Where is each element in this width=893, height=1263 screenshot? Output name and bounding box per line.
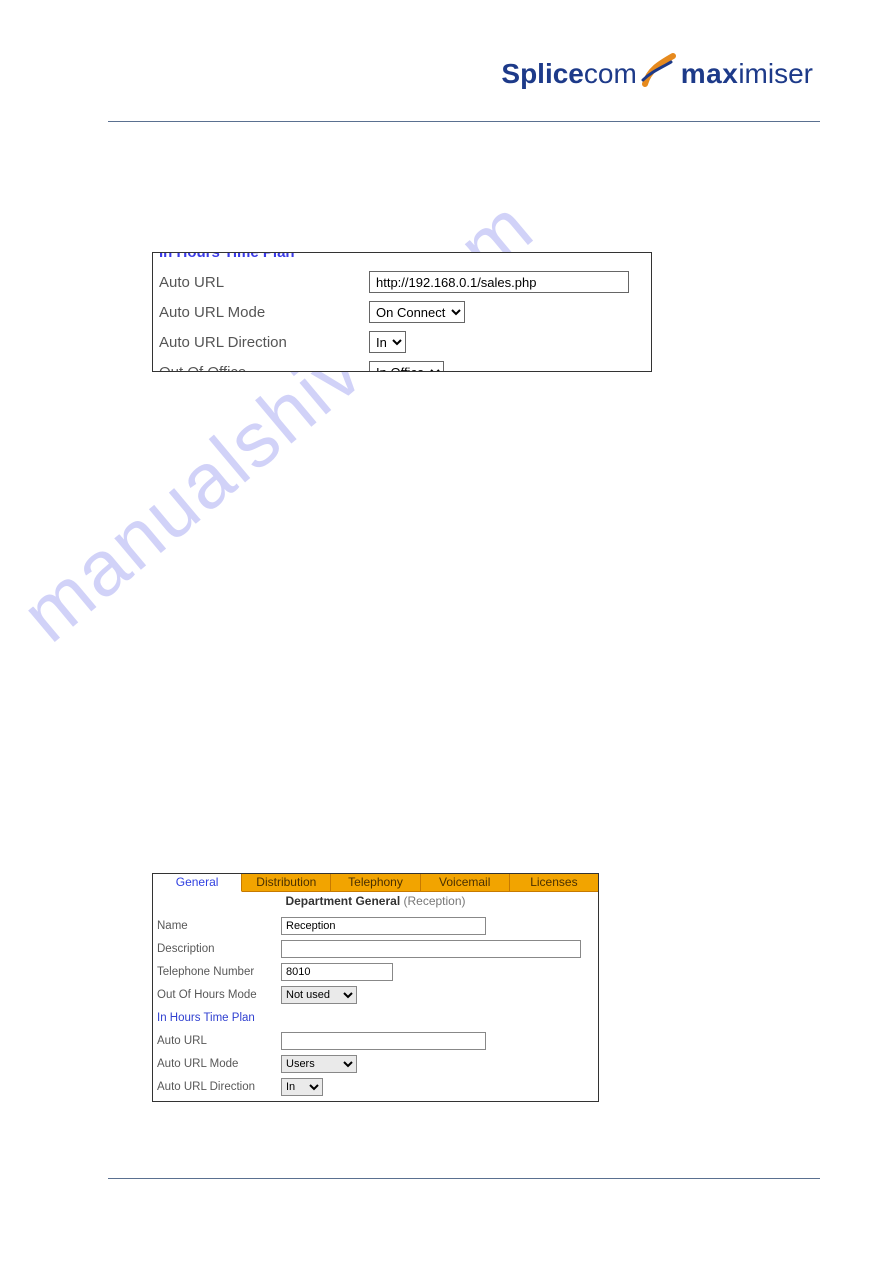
config-panel-top: In Hours Time Plan Auto URL Auto URL Mod… (152, 252, 652, 372)
name-label: Name (157, 920, 281, 932)
tab-general[interactable]: General (153, 874, 242, 892)
description-label: Description (157, 943, 281, 955)
in-hours-time-plan-link-2[interactable]: In Hours Time Plan (157, 1012, 255, 1024)
panel-title-sub: (Reception) (404, 894, 466, 908)
auto-url-label-2: Auto URL (157, 1035, 281, 1047)
panel-title-strong: Department General (285, 894, 400, 908)
auto-url-mode-label-2: Auto URL Mode (157, 1058, 281, 1070)
description-input[interactable] (281, 940, 581, 958)
out-of-hours-mode-select[interactable]: Not used (281, 986, 357, 1004)
name-input[interactable] (281, 917, 486, 935)
footer-divider (108, 1178, 820, 1179)
tab-telephony[interactable]: Telephony (331, 874, 420, 892)
auto-url-direction-label: Auto URL Direction (159, 334, 369, 351)
header-divider (108, 121, 820, 122)
auto-url-mode-select[interactable]: On Connect (369, 301, 465, 323)
auto-url-mode-select-2[interactable]: Users (281, 1055, 357, 1073)
tab-voicemail[interactable]: Voicemail (421, 874, 510, 892)
logo-text-imiser: imiser (738, 58, 813, 90)
tab-licenses[interactable]: Licenses (510, 874, 598, 892)
telephone-number-input[interactable] (281, 963, 393, 981)
tab-distribution[interactable]: Distribution (242, 874, 331, 892)
brand-logo: Splicecom maximiser (501, 50, 813, 97)
out-of-office-select[interactable]: In Office (369, 361, 444, 372)
auto-url-mode-label: Auto URL Mode (159, 304, 369, 321)
out-of-office-label: Out Of Office (159, 364, 369, 373)
out-of-hours-mode-label: Out Of Hours Mode (157, 989, 281, 1001)
panel-title: Department General (Reception) (153, 892, 598, 914)
auto-url-direction-label-2: Auto URL Direction (157, 1081, 281, 1093)
auto-url-direction-select[interactable]: In (369, 331, 406, 353)
logo-text-splice: Splice (501, 58, 583, 90)
auto-url-label: Auto URL (159, 274, 369, 291)
logo-text-max: max (681, 58, 739, 90)
logo-swoosh-icon (641, 50, 677, 97)
telephone-number-label: Telephone Number (157, 966, 281, 978)
auto-url-direction-select-2[interactable]: In (281, 1078, 323, 1096)
auto-url-input-2[interactable] (281, 1032, 486, 1050)
in-hours-time-plan-link[interactable]: In Hours Time Plan (159, 252, 651, 261)
logo-text-com: com (584, 58, 637, 90)
department-panel: General Distribution Telephony Voicemail… (152, 873, 599, 1102)
tab-bar: General Distribution Telephony Voicemail… (153, 874, 598, 892)
auto-url-input[interactable] (369, 271, 629, 293)
